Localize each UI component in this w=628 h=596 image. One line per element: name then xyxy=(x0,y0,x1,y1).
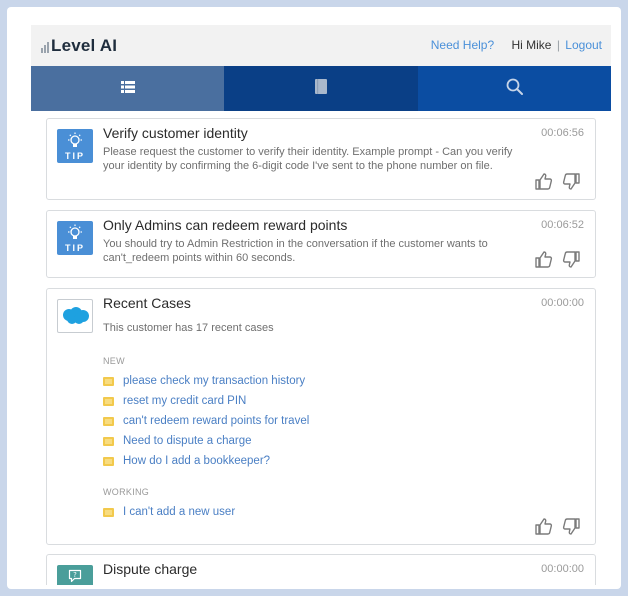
header-separator: | xyxy=(556,38,560,52)
case-link[interactable]: please check my transaction history xyxy=(123,375,305,387)
tip-card: TIP Only Admins can redeem reward points… xyxy=(46,210,596,278)
case-group-label: NEW xyxy=(103,356,125,366)
folder-icon xyxy=(103,376,114,386)
card-timestamp: 00:06:56 xyxy=(541,127,584,139)
case-item[interactable]: reset my credit card PIN xyxy=(103,393,246,409)
case-link[interactable]: reset my credit card PIN xyxy=(123,395,246,407)
card-timestamp: 00:06:52 xyxy=(541,219,584,231)
book-icon xyxy=(314,78,327,99)
card-body: This customer has 17 recent cases xyxy=(103,322,274,334)
assist-panel: Level AI Need Help? Hi Mike | Logout TIP… xyxy=(31,25,611,585)
list-icon xyxy=(120,80,135,98)
case-group-label: WORKING xyxy=(103,487,150,497)
card-body: Please request the customer to verify th… xyxy=(103,146,513,172)
case-item[interactable]: can't redeem reward points for travel xyxy=(103,413,309,429)
feed-list: TIP Verify customer identity 00:06:56 Pl… xyxy=(31,111,611,585)
folder-icon xyxy=(103,456,114,466)
tab-knowledge[interactable] xyxy=(224,66,418,111)
app-frame: Level AI Need Help? Hi Mike | Logout TIP… xyxy=(7,7,621,589)
folder-icon xyxy=(103,396,114,406)
folder-icon xyxy=(103,416,114,426)
salesforce-icon xyxy=(57,299,93,333)
case-link[interactable]: can't redeem reward points for travel xyxy=(123,415,309,427)
folder-icon xyxy=(103,507,114,517)
thumbs-down-icon[interactable] xyxy=(562,172,581,191)
card-timestamp: 00:00:00 xyxy=(541,563,584,575)
thumbs-down-icon[interactable] xyxy=(562,250,581,269)
tip-badge: TIP xyxy=(57,129,93,163)
case-link[interactable]: How do I add a bookkeeper? xyxy=(123,455,270,467)
card-title: Verify customer identity xyxy=(103,125,248,141)
svg-text:?: ? xyxy=(73,571,77,579)
chat-question-icon: ? xyxy=(68,569,82,585)
tab-feed[interactable] xyxy=(31,66,225,111)
search-icon xyxy=(506,78,523,100)
header-account: Need Help? Hi Mike | Logout xyxy=(431,38,602,52)
card-timestamp: 00:00:00 xyxy=(541,297,584,309)
thumbs-up-icon[interactable] xyxy=(534,517,553,536)
case-link[interactable]: Need to dispute a charge xyxy=(123,435,252,447)
case-item[interactable]: I can't add a new user xyxy=(103,504,235,520)
tip-card: TIP Verify customer identity 00:06:56 Pl… xyxy=(46,118,596,200)
thumbs-up-icon[interactable] xyxy=(534,250,553,269)
card-title: Only Admins can redeem reward points xyxy=(103,217,348,233)
card-title: Dispute charge xyxy=(103,561,198,577)
brand-bars-icon xyxy=(41,42,49,56)
tip-label: TIP xyxy=(64,151,85,161)
case-link[interactable]: I can't add a new user xyxy=(123,506,235,518)
tip-badge: TIP xyxy=(57,221,93,255)
nav-bar xyxy=(31,66,611,111)
card-title: Recent Cases xyxy=(103,295,191,311)
thumbs-up-icon[interactable] xyxy=(534,172,553,191)
dispute-badge: ? xyxy=(57,565,93,585)
recent-cases-card: Recent Cases 00:00:00 This customer has … xyxy=(46,288,596,545)
dispute-card: ? Dispute charge 00:00:00 xyxy=(46,554,596,585)
tip-label: TIP xyxy=(64,243,85,253)
case-item[interactable]: How do I add a bookkeeper? xyxy=(103,453,270,469)
feedback-controls xyxy=(534,517,581,536)
brand-name: Level AI xyxy=(51,36,118,55)
tab-search[interactable] xyxy=(417,66,611,111)
user-greeting: Hi Mike xyxy=(511,38,552,52)
feedback-controls xyxy=(534,250,581,269)
thumbs-down-icon[interactable] xyxy=(562,517,581,536)
app-header: Level AI Need Help? Hi Mike | Logout xyxy=(31,25,611,66)
card-body: You should try to Admin Restriction in t… xyxy=(103,238,488,264)
folder-icon xyxy=(103,436,114,446)
help-link[interactable]: Need Help? xyxy=(431,38,494,52)
brand-logo: Level AI xyxy=(41,36,117,56)
case-item[interactable]: please check my transaction history xyxy=(103,373,305,389)
feedback-controls xyxy=(534,172,581,191)
case-item[interactable]: Need to dispute a charge xyxy=(103,433,252,449)
logout-link[interactable]: Logout xyxy=(565,38,602,52)
